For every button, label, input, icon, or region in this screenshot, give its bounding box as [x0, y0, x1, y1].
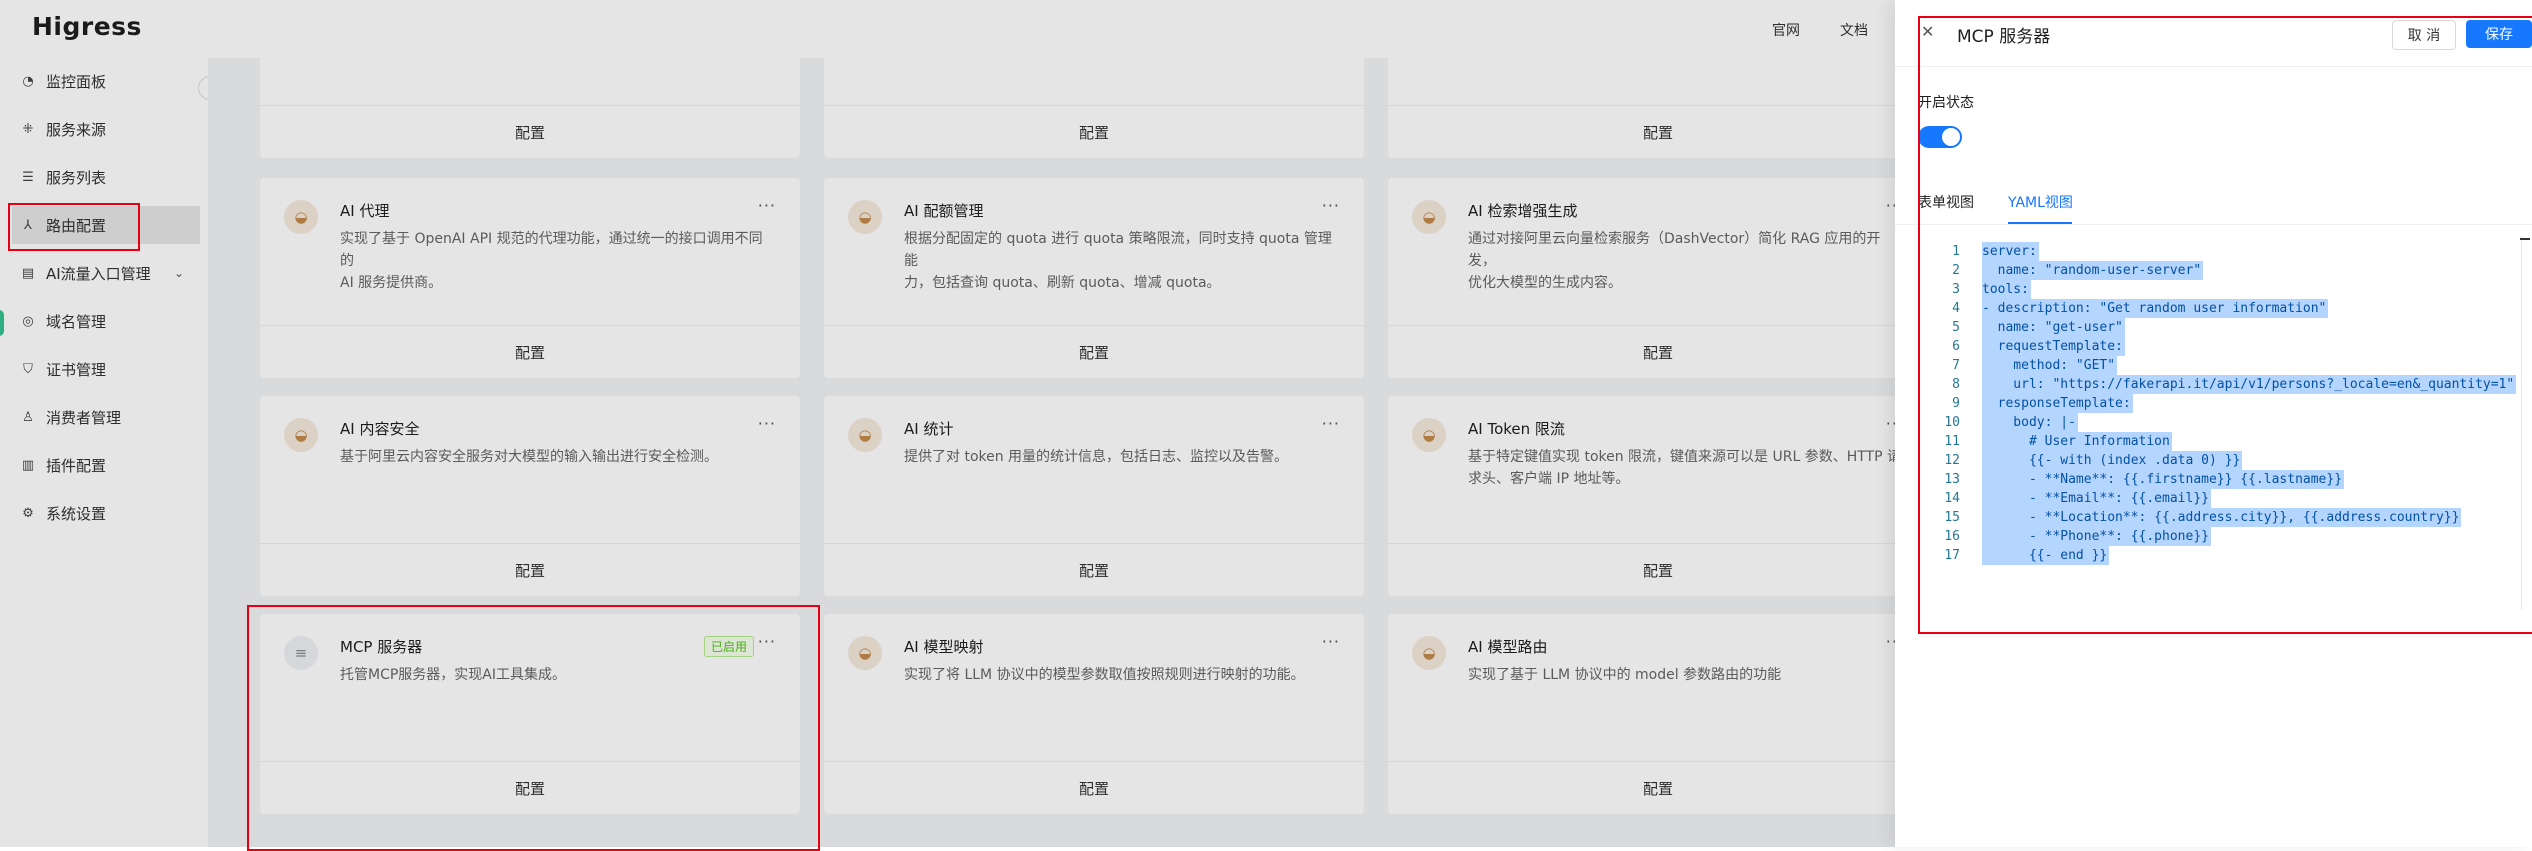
code-text: method: "GET" [1982, 356, 2118, 375]
editor-cursor [2520, 238, 2530, 240]
code-text: - **Email**: {{.email}} [1982, 489, 2211, 508]
code-text: server: [1982, 242, 2039, 261]
line-number: 4 [1952, 301, 1960, 316]
editor-scrollbar[interactable] [2521, 236, 2532, 610]
enable-switch[interactable] [1918, 126, 1962, 148]
code-text: - description: "Get random user informat… [1982, 299, 2329, 318]
line-number: 17 [1944, 548, 1960, 563]
line-number: 1 [1952, 244, 1960, 259]
line-number: 12 [1944, 453, 1960, 468]
code-text: - **Location**: {{.address.city}}, {{.ad… [1982, 508, 2462, 527]
enable-status-label: 开启状态 [1918, 95, 1974, 111]
code-text: - **Phone**: {{.phone}} [1982, 527, 2211, 546]
switch-knob [1942, 128, 1960, 146]
drawer-title: MCP 服务器 [1957, 27, 2051, 47]
yaml-editor[interactable]: 1 server: 2 name: "random-user-server" 3 too… [1918, 236, 2532, 610]
line-number: 8 [1952, 377, 1960, 392]
code-text: {{- with (index .data 0) }} [1982, 451, 2243, 470]
code-text: name: "random-user-server" [1982, 261, 2204, 280]
line-number: 13 [1944, 472, 1960, 487]
line-number: 15 [1944, 510, 1960, 525]
view-tabs: 表单视图 YAML视图 [1895, 180, 2532, 225]
code-text: responseTemplate: [1982, 394, 2133, 413]
code-text: name: "get-user" [1982, 318, 2125, 337]
line-number: 14 [1944, 491, 1960, 506]
code-text: tools: [1982, 280, 2031, 299]
drawer-header: ✕ MCP 服务器 取 消 保存 [1895, 0, 2532, 67]
tab-yaml-view[interactable]: YAML视图 [2008, 192, 2073, 212]
code-text: # User Information [1982, 432, 2172, 451]
line-number: 9 [1952, 396, 1960, 411]
code-text: - **Name**: {{.firstname}} {{.lastname}} [1982, 470, 2345, 489]
code-text: body: |- [1982, 413, 2078, 432]
line-number: 2 [1952, 263, 1960, 278]
line-number: 10 [1944, 415, 1960, 430]
line-number: 6 [1952, 339, 1960, 354]
line-number: 11 [1944, 434, 1960, 449]
save-button[interactable]: 保存 [2466, 20, 2532, 48]
code-text: url: "https://fakerapi.it/api/v1/persons… [1982, 375, 2517, 394]
line-number: 16 [1944, 529, 1960, 544]
line-number: 5 [1952, 320, 1960, 335]
mcp-config-drawer: ✕ MCP 服务器 取 消 保存 开启状态 表单视图 YAML视图 1 serve… [1895, 0, 2532, 847]
line-number: 7 [1952, 358, 1960, 373]
code-text: {{- end }} [1982, 546, 2110, 565]
tab-form-view[interactable]: 表单视图 [1918, 192, 1974, 212]
line-number: 3 [1952, 282, 1960, 297]
code-text: requestTemplate: [1982, 337, 2125, 356]
tab-ink-bar [2008, 222, 2072, 224]
cancel-button[interactable]: 取 消 [2392, 20, 2456, 50]
close-icon[interactable]: ✕ [1921, 22, 1934, 41]
